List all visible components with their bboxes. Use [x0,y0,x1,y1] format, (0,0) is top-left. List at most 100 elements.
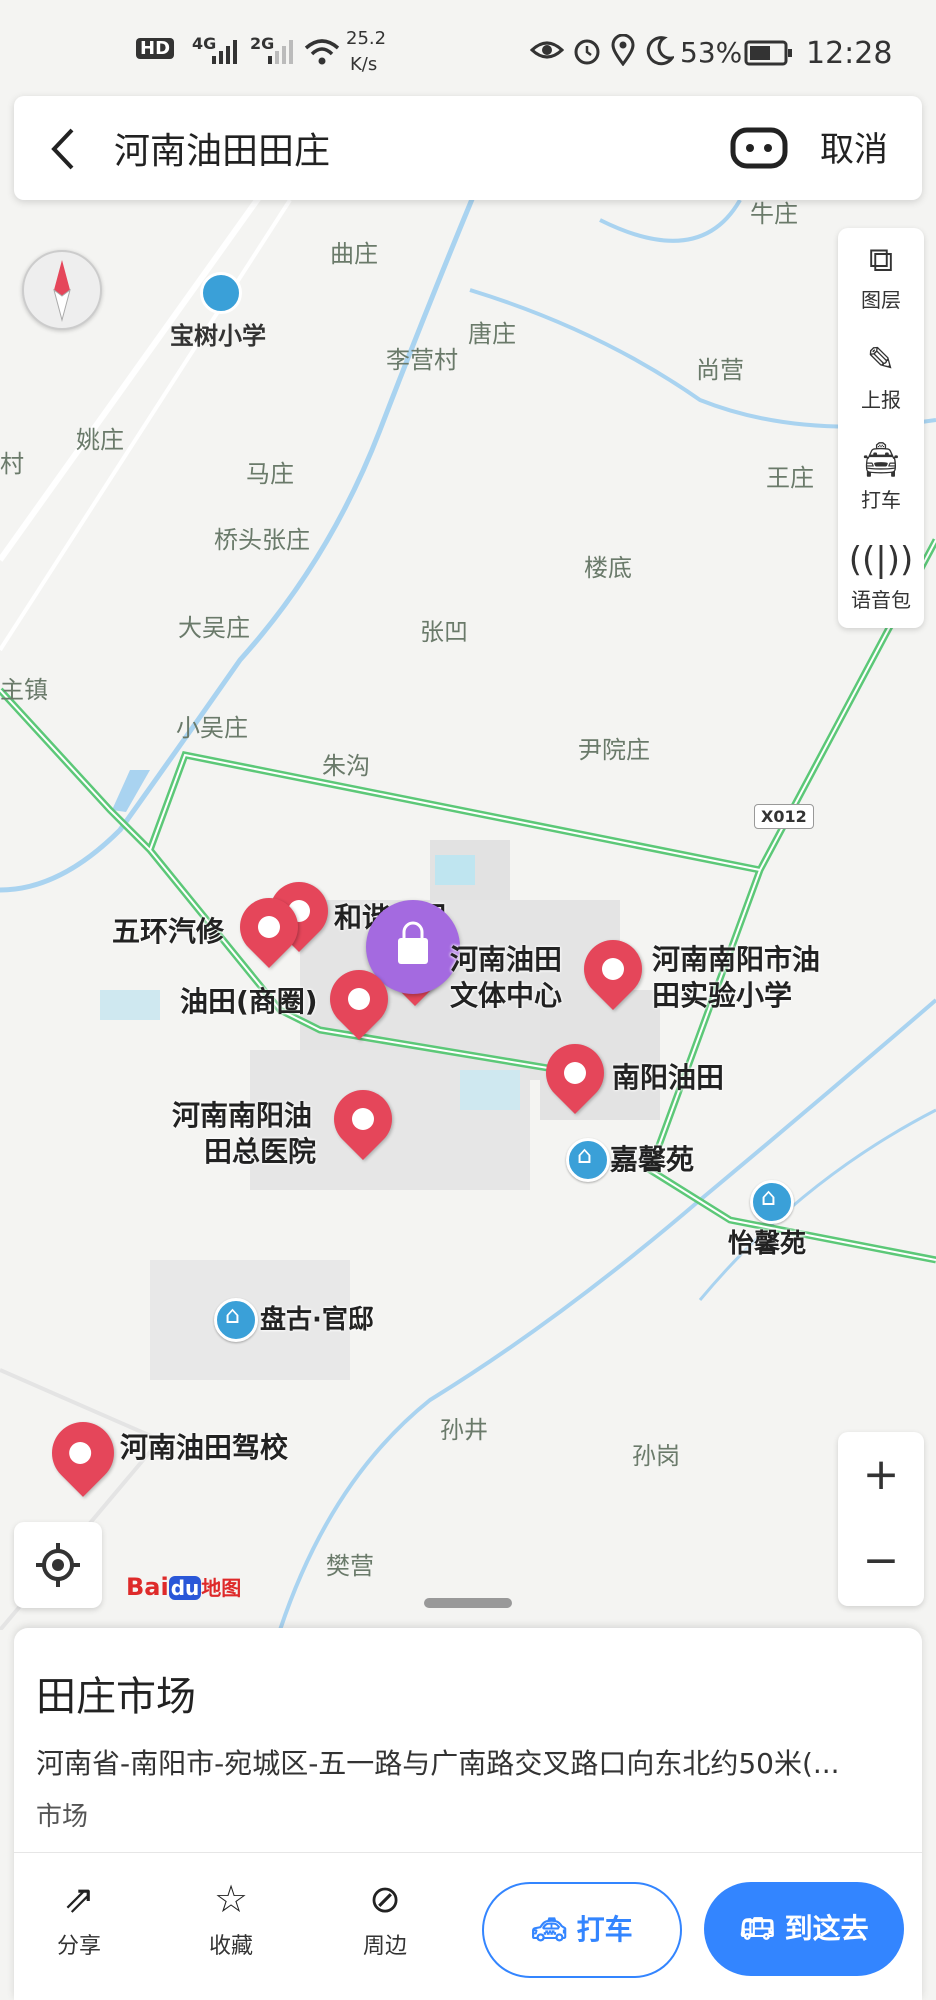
moon-icon [646,36,676,70]
poi-label[interactable]: 油田(商圈) [180,984,318,1020]
poi-label[interactable]: 南阳油田 [612,1060,724,1096]
chevron-left-icon [51,128,74,170]
compass-icon: ⊘ [369,1877,401,1921]
map-view[interactable]: 牛庄 曲庄 宝树小学 唐庄 李营村 尚营 姚庄 村 马庄 王庄 桥头张庄 楼底 … [0,200,936,1630]
poi-label[interactable]: 文体中心 [450,978,562,1014]
poi-label[interactable]: 河南油田驾校 [120,1430,288,1466]
battery-percent: 53% [680,36,743,69]
nearby-label: 周边 [362,1934,407,1959]
drag-handle[interactable] [424,1598,512,1608]
clock: 12:28 [806,36,893,71]
signal-icon [212,36,242,70]
go-here-button[interactable]: 🚌︎ 到这去 [704,1882,904,1976]
voice-pack-button[interactable]: ((|)) 语音包 [838,528,924,628]
place-label: 桥头张庄 [214,526,310,554]
eye-icon [529,36,565,68]
place-label: 孙井 [440,1416,488,1444]
map-toolbar: ⧉ 图层 ✎ 上报 🚖︎ 打车 ((|)) 语音包 [838,228,924,628]
baidu-logo: Bai du 地图 [126,1573,242,1601]
search-bar: 河南油田田庄 取消 [14,96,922,200]
poi-label[interactable]: 盘古·官邸 [260,1302,374,1338]
estate-icon [214,1298,258,1342]
taxi-button-label: 打车 [576,1913,633,1946]
place-label: 马庄 [246,460,294,488]
net-speed-unit: K/s [350,54,378,75]
poi-label[interactable]: 五环汽修 [112,914,224,950]
poi-label[interactable]: 河南油田 [450,942,562,978]
estate-icon [750,1180,794,1224]
crosshair-icon [36,1543,80,1587]
place-address: 河南省-南阳市-宛城区-五一路与广南路交叉路口向东北约50米(... [36,1747,840,1780]
place-label: 姚庄 [76,426,124,454]
place-label: 曲庄 [330,240,378,268]
poi-label[interactable]: 河南南阳油 [172,1098,312,1134]
poi-label[interactable]: 怡馨苑 [728,1226,806,1262]
status-bar: HD 4G 2G 25.2 K/s 53% 12:28 [0,0,936,100]
place-label: 楼底 [584,554,632,582]
place-label: 唐庄 [468,320,516,348]
assistant-button[interactable] [730,126,788,174]
estate-icon [566,1138,610,1182]
place-label: 宝树小学 [170,322,266,350]
share-label: 分享 [56,1934,101,1959]
place-label: 朱沟 [322,752,370,780]
place-label: 孙岗 [632,1442,680,1470]
voice-pack-label: 语音包 [851,588,911,612]
go-here-label: 到这去 [784,1912,869,1945]
place-label: 樊营 [326,1552,374,1580]
share-button[interactable]: ⇗ 分享 [34,1874,124,1960]
place-label: 主镇 [0,676,48,704]
battery-icon [744,40,794,70]
place-label: 村 [0,450,24,478]
hd-badge: HD [136,38,175,59]
search-input[interactable]: 河南油田田庄 [114,122,330,174]
compass-icon [53,260,71,322]
place-label: 小吴庄 [176,714,248,742]
back-button[interactable] [44,124,84,178]
layers-label: 图层 [861,288,901,312]
locate-button[interactable] [14,1522,102,1608]
cancel-button[interactable]: 取消 [820,122,888,171]
place-label: 尚营 [696,356,744,384]
taxi-button[interactable]: 🚕︎ 打车 [482,1882,682,1978]
poi-label[interactable]: 河南南阳市油 [652,942,820,978]
bus-icon: 🚌︎ [739,1912,785,1945]
poi-label[interactable]: 田总医院 [204,1134,316,1170]
voice-wave-icon: ((|)) [848,540,914,580]
favorite-button[interactable]: ☆ 收藏 [186,1874,276,1960]
robot-face-icon [730,127,788,169]
wifi-icon [304,38,340,70]
place-label: 尹院庄 [578,736,650,764]
place-label: 李营村 [386,346,458,374]
place-label: 大吴庄 [178,614,250,642]
zoom-out-button[interactable]: − [838,1518,924,1604]
poi-label[interactable]: 田实验小学 [652,978,792,1014]
location-icon [610,33,636,70]
road-shield: X012 [754,804,814,829]
layers-icon: ⧉ [868,240,894,280]
poi-label[interactable]: 嘉馨苑 [610,1142,694,1178]
place-info-card: 田庄市场 河南省-南阳市-宛城区-五一路与广南路交叉路口向东北约50米(... … [14,1628,922,2000]
compass-button[interactable] [22,250,102,330]
star-icon: ☆ [213,1877,249,1921]
taxi-tool-button[interactable]: 🚖︎ 打车 [838,428,924,528]
place-title: 田庄市场 [36,1674,196,1720]
divider [14,1852,922,1853]
zoom-in-button[interactable]: + [838,1432,924,1518]
share-icon: ⇗ [63,1877,95,1921]
signal-2g-icon [268,36,298,70]
net-speed-value: 25.2 [346,28,387,49]
favorite-label: 收藏 [208,1934,253,1959]
place-label: 张凹 [420,618,468,646]
layers-button[interactable]: ⧉ 图层 [838,228,924,328]
report-label: 上报 [861,388,901,412]
edit-icon: ✎ [866,340,896,380]
car-icon: 🚖︎ [859,440,903,480]
place-label: 王庄 [766,464,814,492]
report-button[interactable]: ✎ 上报 [838,328,924,428]
place-category: 市场 [36,1802,89,1832]
school-icon [200,272,242,314]
nearby-button[interactable]: ⊘ 周边 [340,1874,430,1960]
zoom-control: + − [838,1432,924,1606]
alarm-icon [572,36,602,70]
